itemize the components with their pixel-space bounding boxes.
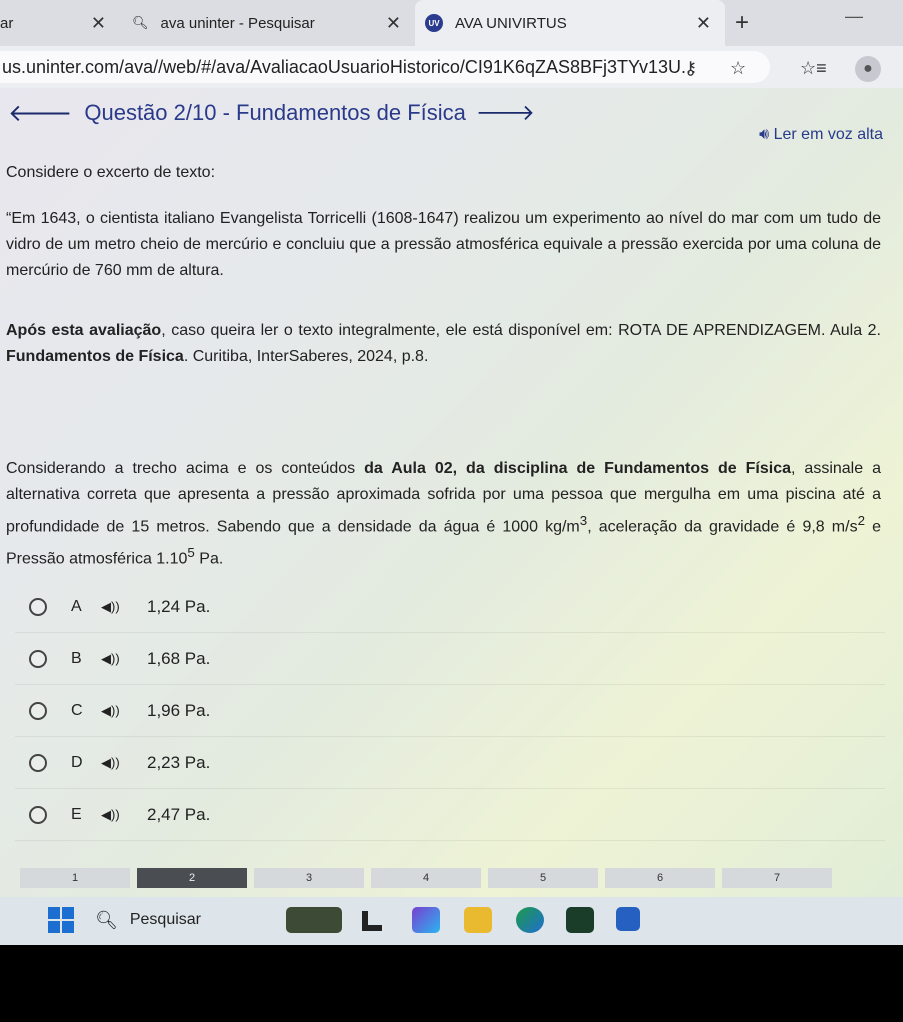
option-d[interactable]: D ◀)) 2,23 Pa. — [15, 737, 885, 789]
option-text: 1,68 Pa. — [147, 648, 211, 668]
speaker-icon[interactable]: ◀)) — [101, 755, 141, 771]
edge-browser-icon[interactable] — [516, 907, 544, 933]
radio-button[interactable] — [29, 753, 47, 772]
previous-question-icon[interactable]: 🡐 — [8, 98, 72, 128]
address-bar: us.uninter.com/ava//web/#/ava/AvaliacaoU… — [0, 46, 903, 88]
outlook-icon[interactable] — [616, 907, 640, 931]
radio-button[interactable] — [29, 649, 47, 668]
tab-label: ava uninter - Pesquisar — [160, 14, 315, 32]
reference-end: . Curitiba, InterSaberes, 2024, p.8. — [183, 348, 429, 365]
tab-label: ar — [0, 14, 14, 32]
pressure-value: 1.10 — [156, 550, 188, 568]
page-button[interactable]: 3 — [254, 868, 364, 888]
option-letter: E — [71, 805, 82, 823]
windows-start-icon[interactable] — [48, 907, 74, 933]
reference-rest: , caso queira ler o texto integralmente,… — [161, 322, 882, 339]
intro-text: Considere o excerto de texto: — [6, 164, 216, 181]
close-tab-icon[interactable]: ✕ — [386, 13, 401, 34]
page-button[interactable]: 4 — [371, 868, 481, 888]
read-aloud-label: Ler em voz alta — [773, 126, 883, 143]
question-header: 🡐 Questão 2/10 - Fundamentos de Física 🡒 — [8, 98, 535, 128]
question-content: 🡐 Questão 2/10 - Fundamentos de Física 🡒… — [0, 88, 903, 888]
option-letter: D — [71, 753, 83, 771]
question-pagination: 1 2 3 4 5 6 7 — [20, 868, 880, 890]
radio-button[interactable] — [29, 701, 47, 720]
search-icon: 🔍︎ — [95, 909, 118, 930]
key-icon[interactable]: ⚷ — [684, 58, 697, 79]
page-button[interactable]: 6 — [605, 868, 715, 888]
close-tab-icon[interactable]: ✕ — [696, 13, 711, 34]
reference-book-title: Fundamentos de Física — [6, 348, 184, 365]
option-text: 2,47 Pa. — [147, 804, 211, 824]
reference-text: Após esta avaliação, caso queira ler o t… — [6, 318, 881, 370]
question-text: Considerando a trecho acima e os conteúd… — [6, 456, 881, 573]
speaker-icon: 🔊︎ — [759, 126, 770, 143]
tab-ava-univirtus[interactable]: UV AVA UNIVIRTUS ✕ — [415, 0, 725, 46]
question-part: , aceleração da gravidade é — [587, 518, 803, 536]
store-icon[interactable] — [566, 907, 594, 933]
minimize-icon[interactable]: — — [845, 6, 863, 27]
quote-text: “Em 1643, o cientista italiano Evangelis… — [6, 210, 881, 279]
answer-options: A ◀)) 1,24 Pa. B ◀)) 1,68 Pa. C ◀)) 1,96… — [15, 581, 885, 841]
option-c[interactable]: C ◀)) 1,96 Pa. — [15, 685, 885, 737]
read-aloud-button[interactable]: 🔊︎ Ler em voz alta — [759, 126, 883, 144]
tab-search[interactable]: 🔍︎ ava uninter - Pesquisar ✕ — [120, 0, 415, 46]
option-letter: B — [71, 649, 82, 667]
profile-avatar[interactable]: ● — [855, 56, 881, 82]
pressure-exponent: 5 — [187, 545, 195, 561]
speaker-icon[interactable]: ◀)) — [101, 807, 141, 823]
page-button[interactable]: 7 — [722, 868, 832, 888]
copilot-icon[interactable] — [412, 907, 440, 933]
taskbar-search-label: Pesquisar — [129, 911, 202, 928]
question-title: Questão 2/10 - Fundamentos de Física — [84, 100, 466, 125]
speaker-icon[interactable]: ◀)) — [101, 599, 141, 615]
gravity-exponent: 2 — [857, 513, 865, 528]
option-text: 2,23 Pa. — [147, 752, 211, 772]
option-text: 1,24 Pa. — [147, 596, 211, 616]
pressure-unit: Pa. — [194, 550, 224, 568]
reference-bold: Após esta avaliação — [6, 322, 162, 339]
page-button[interactable]: 5 — [488, 868, 598, 888]
favorites-list-icon[interactable]: ☆≡ — [800, 58, 827, 79]
new-tab-icon[interactable]: + — [735, 9, 749, 37]
person-icon: ● — [863, 60, 873, 77]
page-button[interactable]: 1 — [20, 868, 130, 888]
task-view-icon[interactable] — [362, 911, 382, 931]
option-a[interactable]: A ◀)) 1,24 Pa. — [15, 581, 885, 633]
file-explorer-icon[interactable] — [464, 907, 492, 933]
gravity-value: 9,8 m/s — [802, 518, 858, 536]
url-field[interactable]: us.uninter.com/ava//web/#/ava/AvaliacaoU… — [0, 51, 770, 83]
density-value: 1000 kg/m — [502, 518, 580, 536]
search-icon: 🔍︎ — [132, 15, 149, 30]
favorite-star-icon[interactable]: ☆ — [730, 58, 746, 79]
option-letter: C — [71, 701, 83, 719]
speaker-icon[interactable]: ◀)) — [101, 651, 141, 667]
taskbar: 🔍︎ Pesquisar — [0, 897, 903, 945]
radio-button[interactable] — [29, 805, 47, 824]
tab-partial[interactable]: ar ✕ — [0, 0, 120, 46]
speaker-icon[interactable]: ◀)) — [101, 703, 141, 719]
close-tab-icon[interactable]: ✕ — [91, 13, 106, 34]
taskbar-search[interactable]: 🔍︎ Pesquisar — [95, 905, 201, 935]
screen: ar ✕ 🔍︎ ava uninter - Pesquisar ✕ UV AVA… — [0, 0, 903, 945]
univirtus-favicon-icon: UV — [425, 14, 443, 32]
option-letter: A — [71, 597, 82, 615]
option-b[interactable]: B ◀)) 1,68 Pa. — [15, 633, 885, 685]
question-bold: da Aula 02, da disciplina de Fundamentos… — [364, 460, 792, 477]
browser-tab-strip: ar ✕ 🔍︎ ava uninter - Pesquisar ✕ UV AVA… — [0, 0, 903, 46]
page-button-active[interactable]: 2 — [137, 868, 247, 888]
radio-button[interactable] — [29, 597, 47, 616]
option-e[interactable]: E ◀)) 2,47 Pa. — [15, 789, 885, 841]
widget-icon[interactable] — [286, 907, 342, 933]
option-text: 1,96 Pa. — [147, 700, 211, 720]
question-part: Considerando a trecho acima e os conteúd… — [6, 460, 365, 477]
next-question-icon[interactable]: 🡒 — [476, 100, 535, 126]
tab-label: AVA UNIVIRTUS — [455, 14, 567, 32]
